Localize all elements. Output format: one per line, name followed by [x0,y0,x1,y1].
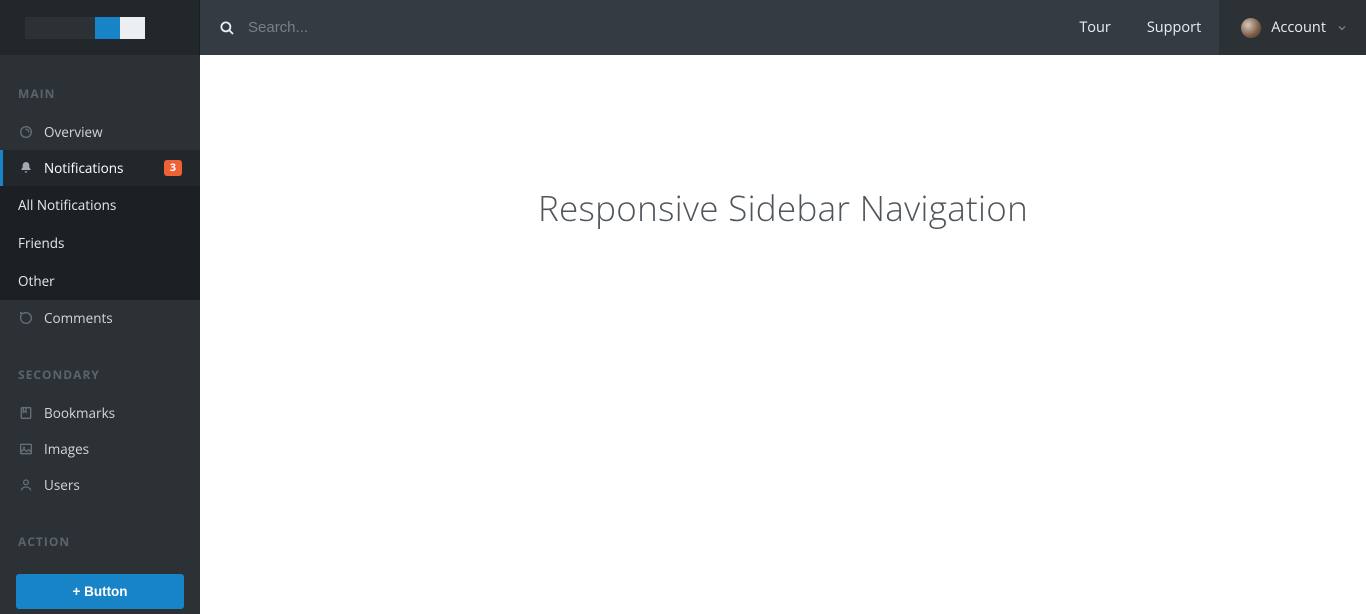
search-icon [218,19,236,37]
notifications-submenu: All Notifications Friends Other [0,186,200,300]
submenu-item-other[interactable]: Other [0,262,200,300]
image-icon [18,441,34,457]
sidebar-item-label: Comments [44,309,182,327]
logo-segment [25,17,95,39]
search [200,19,1061,37]
logo-segment [120,17,145,39]
sidebar-item-comments[interactable]: Comments [0,300,200,336]
sidebar-item-label: Images [44,440,182,458]
nav-tour[interactable]: Tour [1061,0,1129,55]
sidebar-item-bookmarks[interactable]: Bookmarks [0,395,200,431]
logo[interactable] [0,0,200,55]
sidebar-item-label: Overview [44,123,182,141]
logo-segment [95,17,120,39]
submenu-item-friends[interactable]: Friends [0,224,200,262]
page-title: Responsive Sidebar Navigation [538,185,1028,614]
comment-icon [18,310,34,326]
nav-support[interactable]: Support [1129,0,1219,55]
submenu-item-all-notifications[interactable]: All Notifications [0,186,200,224]
sidebar: MAIN Overview Notifications 3 All Notifi… [0,0,200,614]
section-title-secondary: SECONDARY [0,336,200,395]
search-input[interactable] [248,19,548,36]
sidebar-item-overview[interactable]: Overview [0,114,200,150]
avatar [1241,18,1261,38]
action-button[interactable]: + Button [16,574,184,609]
overview-icon [18,124,34,140]
sidebar-item-label: Bookmarks [44,404,182,422]
sidebar-item-label: Notifications [44,159,164,177]
section-title-action: ACTION [0,503,200,562]
bookmark-icon [18,405,34,421]
bell-icon [18,160,34,176]
content: Responsive Sidebar Navigation [200,55,1366,614]
account-menu[interactable]: Account [1219,0,1366,55]
section-title-main: MAIN [0,55,200,114]
user-icon [18,477,34,493]
account-label: Account [1271,18,1326,37]
chevron-down-icon [1336,22,1348,34]
topbar: Tour Support Account [200,0,1366,55]
count-badge: 3 [164,160,182,176]
sidebar-item-users[interactable]: Users [0,467,200,503]
sidebar-item-label: Users [44,476,182,494]
sidebar-item-notifications[interactable]: Notifications 3 [0,150,200,186]
sidebar-item-images[interactable]: Images [0,431,200,467]
